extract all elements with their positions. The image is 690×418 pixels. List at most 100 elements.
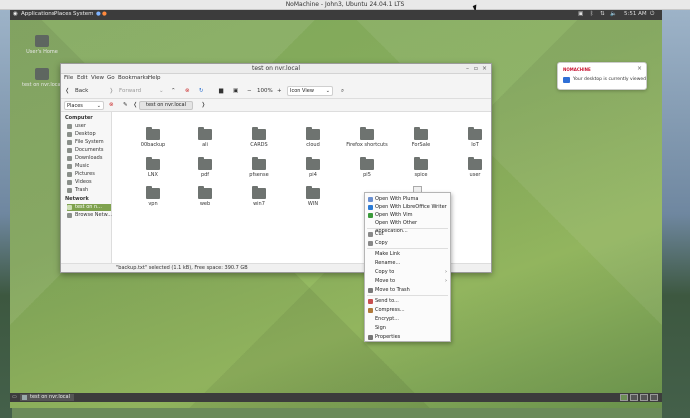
up-arrow-icon[interactable]: ⌃ <box>171 86 176 96</box>
menu-system[interactable]: System <box>73 11 94 17</box>
folder-item[interactable]: win7 <box>231 186 287 207</box>
folder-item[interactable]: pdf <box>177 157 233 178</box>
taskbar-button-file-manager[interactable]: test on nvr.local <box>20 394 74 401</box>
sidebar-item-network-share[interactable]: test on n... <box>67 204 111 211</box>
menu-bookmarks[interactable]: Bookmarks <box>118 75 149 81</box>
folder-item[interactable]: vpn <box>125 186 181 207</box>
breadcrumb-left-icon[interactable]: ❬ <box>133 100 138 110</box>
folder-item[interactable]: IoT <box>447 127 503 148</box>
menu-item-cut[interactable]: Cut <box>365 230 450 238</box>
menu-places[interactable]: Places <box>54 11 72 17</box>
reload-icon[interactable]: ↻ <box>199 86 204 96</box>
power-icon[interactable]: ⏻ <box>650 11 654 18</box>
folder-item[interactable]: LNX <box>125 157 181 178</box>
folder-icon <box>360 157 374 170</box>
home-folder-icon[interactable]: ▆ <box>219 86 223 96</box>
volume-icon[interactable]: 🔈 <box>610 11 617 17</box>
network-icon[interactable]: ⇅ <box>600 11 605 17</box>
minimize-icon[interactable]: – <box>466 65 469 72</box>
menu-edit[interactable]: Edit <box>77 75 88 81</box>
back-arrow-icon[interactable]: ❬ <box>65 86 70 96</box>
sidebar-item-videos[interactable]: Videos <box>67 179 111 186</box>
zoom-in-icon[interactable]: + <box>277 86 282 96</box>
bluetooth-icon[interactable]: ᛒ <box>590 11 593 17</box>
menu-item-copy-to[interactable]: Copy to › <box>365 268 450 276</box>
forward-arrow-icon[interactable]: ❭ <box>109 86 114 96</box>
breadcrumb-right-icon[interactable]: ❭ <box>201 100 206 110</box>
sidebar-item-documents[interactable]: Documents <box>67 147 111 154</box>
menu-item-move-to-trash[interactable]: Move to Trash <box>365 286 450 294</box>
sidebar-item-downloads[interactable]: Downloads <box>67 155 111 162</box>
sidebar-item-file-system[interactable]: File System <box>67 139 111 146</box>
menu-applications[interactable]: Applications <box>21 11 55 17</box>
edit-location-icon[interactable]: ✎ <box>123 100 128 110</box>
menu-item-sign[interactable]: Sign <box>365 324 450 332</box>
menu-item-properties[interactable]: Properties <box>365 333 450 341</box>
forward-button[interactable]: Forward <box>119 86 141 96</box>
folder-item[interactable]: pi4 <box>285 157 341 178</box>
workspace-3-icon[interactable] <box>640 394 648 401</box>
window-titlebar[interactable]: test on nvr.local – ▫ × <box>61 64 491 74</box>
sidebar-item-music[interactable]: Music <box>67 163 111 170</box>
folder-item[interactable]: CARDS <box>231 127 287 148</box>
sidebar-item-user[interactable]: user <box>67 123 111 130</box>
workspace-2-icon[interactable] <box>630 394 638 401</box>
folder-item[interactable]: pi5 <box>339 157 395 178</box>
menu-go[interactable]: Go <box>107 75 115 81</box>
back-button[interactable]: Back <box>75 86 88 96</box>
sidebar-item-pictures[interactable]: Pictures <box>67 171 111 178</box>
computer-icon[interactable]: ▣ <box>233 86 238 96</box>
folder-item[interactable]: Firefox shortcuts <box>339 127 395 148</box>
folder-item[interactable]: ali <box>177 127 233 148</box>
desktop-icon-home[interactable]: User's Home <box>22 35 62 55</box>
ubuntu-logo-icon[interactable]: ◉ <box>13 11 18 17</box>
menu-item-open-with-libreoffice[interactable]: Open With LibreOffice Writer <box>365 203 450 211</box>
menu-item-send-to[interactable]: Send to... <box>365 297 450 305</box>
menu-item-make-link[interactable]: Make Link <box>365 250 450 258</box>
menu-item-compress[interactable]: Compress... <box>365 306 450 314</box>
folder-item[interactable]: spice <box>393 157 449 178</box>
breadcrumb-current[interactable]: test on nvr.local <box>139 101 193 110</box>
zoom-out-icon[interactable]: − <box>247 86 252 96</box>
folder-item[interactable]: WIN <box>285 186 341 207</box>
workspace-4-icon[interactable] <box>650 394 658 401</box>
menu-file[interactable]: File <box>64 75 73 81</box>
close-icon[interactable]: × <box>637 65 642 72</box>
top-panel: ◉ Applications Places System ● ● ▣ ᛒ ⇅ 🔈… <box>10 10 662 20</box>
menu-item-move-to[interactable]: Move to › <box>365 277 450 285</box>
menu-item-copy[interactable]: Copy <box>365 239 450 247</box>
menu-item-open-with-other[interactable]: Open With Other Application... <box>365 219 450 234</box>
notification-popup[interactable]: NOMACHINE × Your desktop is currently vi… <box>557 62 647 90</box>
menu-item-rename[interactable]: Rename... <box>365 259 450 267</box>
sidebar-pane-select[interactable]: Places ⌄ <box>64 101 104 110</box>
view-mode-select[interactable]: Icon View ⌄ <box>287 86 333 96</box>
close-pane-icon[interactable]: ⊗ <box>109 100 114 110</box>
sidebar-item-trash[interactable]: Trash <box>67 187 111 194</box>
folder-item[interactable]: web <box>177 186 233 207</box>
menu-view[interactable]: View <box>91 75 104 81</box>
menu-item-encrypt[interactable]: Encrypt... <box>365 315 450 323</box>
menu-help[interactable]: Help <box>148 75 161 81</box>
folder-item[interactable]: cloud <box>285 127 341 148</box>
sidebar-item-browse-network[interactable]: Browse Netw... <box>67 212 112 219</box>
close-icon[interactable]: × <box>482 65 487 72</box>
folder-item[interactable]: ForSale <box>393 127 449 148</box>
folder-item[interactable]: user <box>447 157 503 178</box>
workspace-1-icon[interactable] <box>620 394 628 401</box>
menu-item-open-with-vim[interactable]: Open With Vim <box>365 211 450 219</box>
forward-dropdown-icon[interactable]: ⌄ <box>159 86 164 96</box>
maximize-icon[interactable]: ▫ <box>474 65 478 72</box>
clock[interactable]: 5:51 AM <box>624 11 647 17</box>
browser-launcher-icon[interactable]: ● <box>96 11 101 17</box>
folder-item[interactable]: 00backup <box>125 127 181 148</box>
stop-icon[interactable]: ⊗ <box>185 86 190 96</box>
nomachine-tray-icon[interactable]: ▣ <box>578 11 583 17</box>
desktop-icon-network-share[interactable]: test on nvr.local <box>22 68 62 88</box>
sidebar-item-desktop[interactable]: Desktop <box>67 131 111 138</box>
firefox-launcher-icon[interactable]: ● <box>102 11 107 17</box>
search-icon[interactable]: ⌕ <box>341 86 344 96</box>
folder-item[interactable]: pfsense <box>231 157 287 178</box>
show-desktop-icon[interactable]: ▭ <box>12 394 17 400</box>
menu-item-label: Make Link <box>375 251 400 257</box>
menu-item-open-with-pluma[interactable]: Open With Pluma <box>365 195 450 203</box>
